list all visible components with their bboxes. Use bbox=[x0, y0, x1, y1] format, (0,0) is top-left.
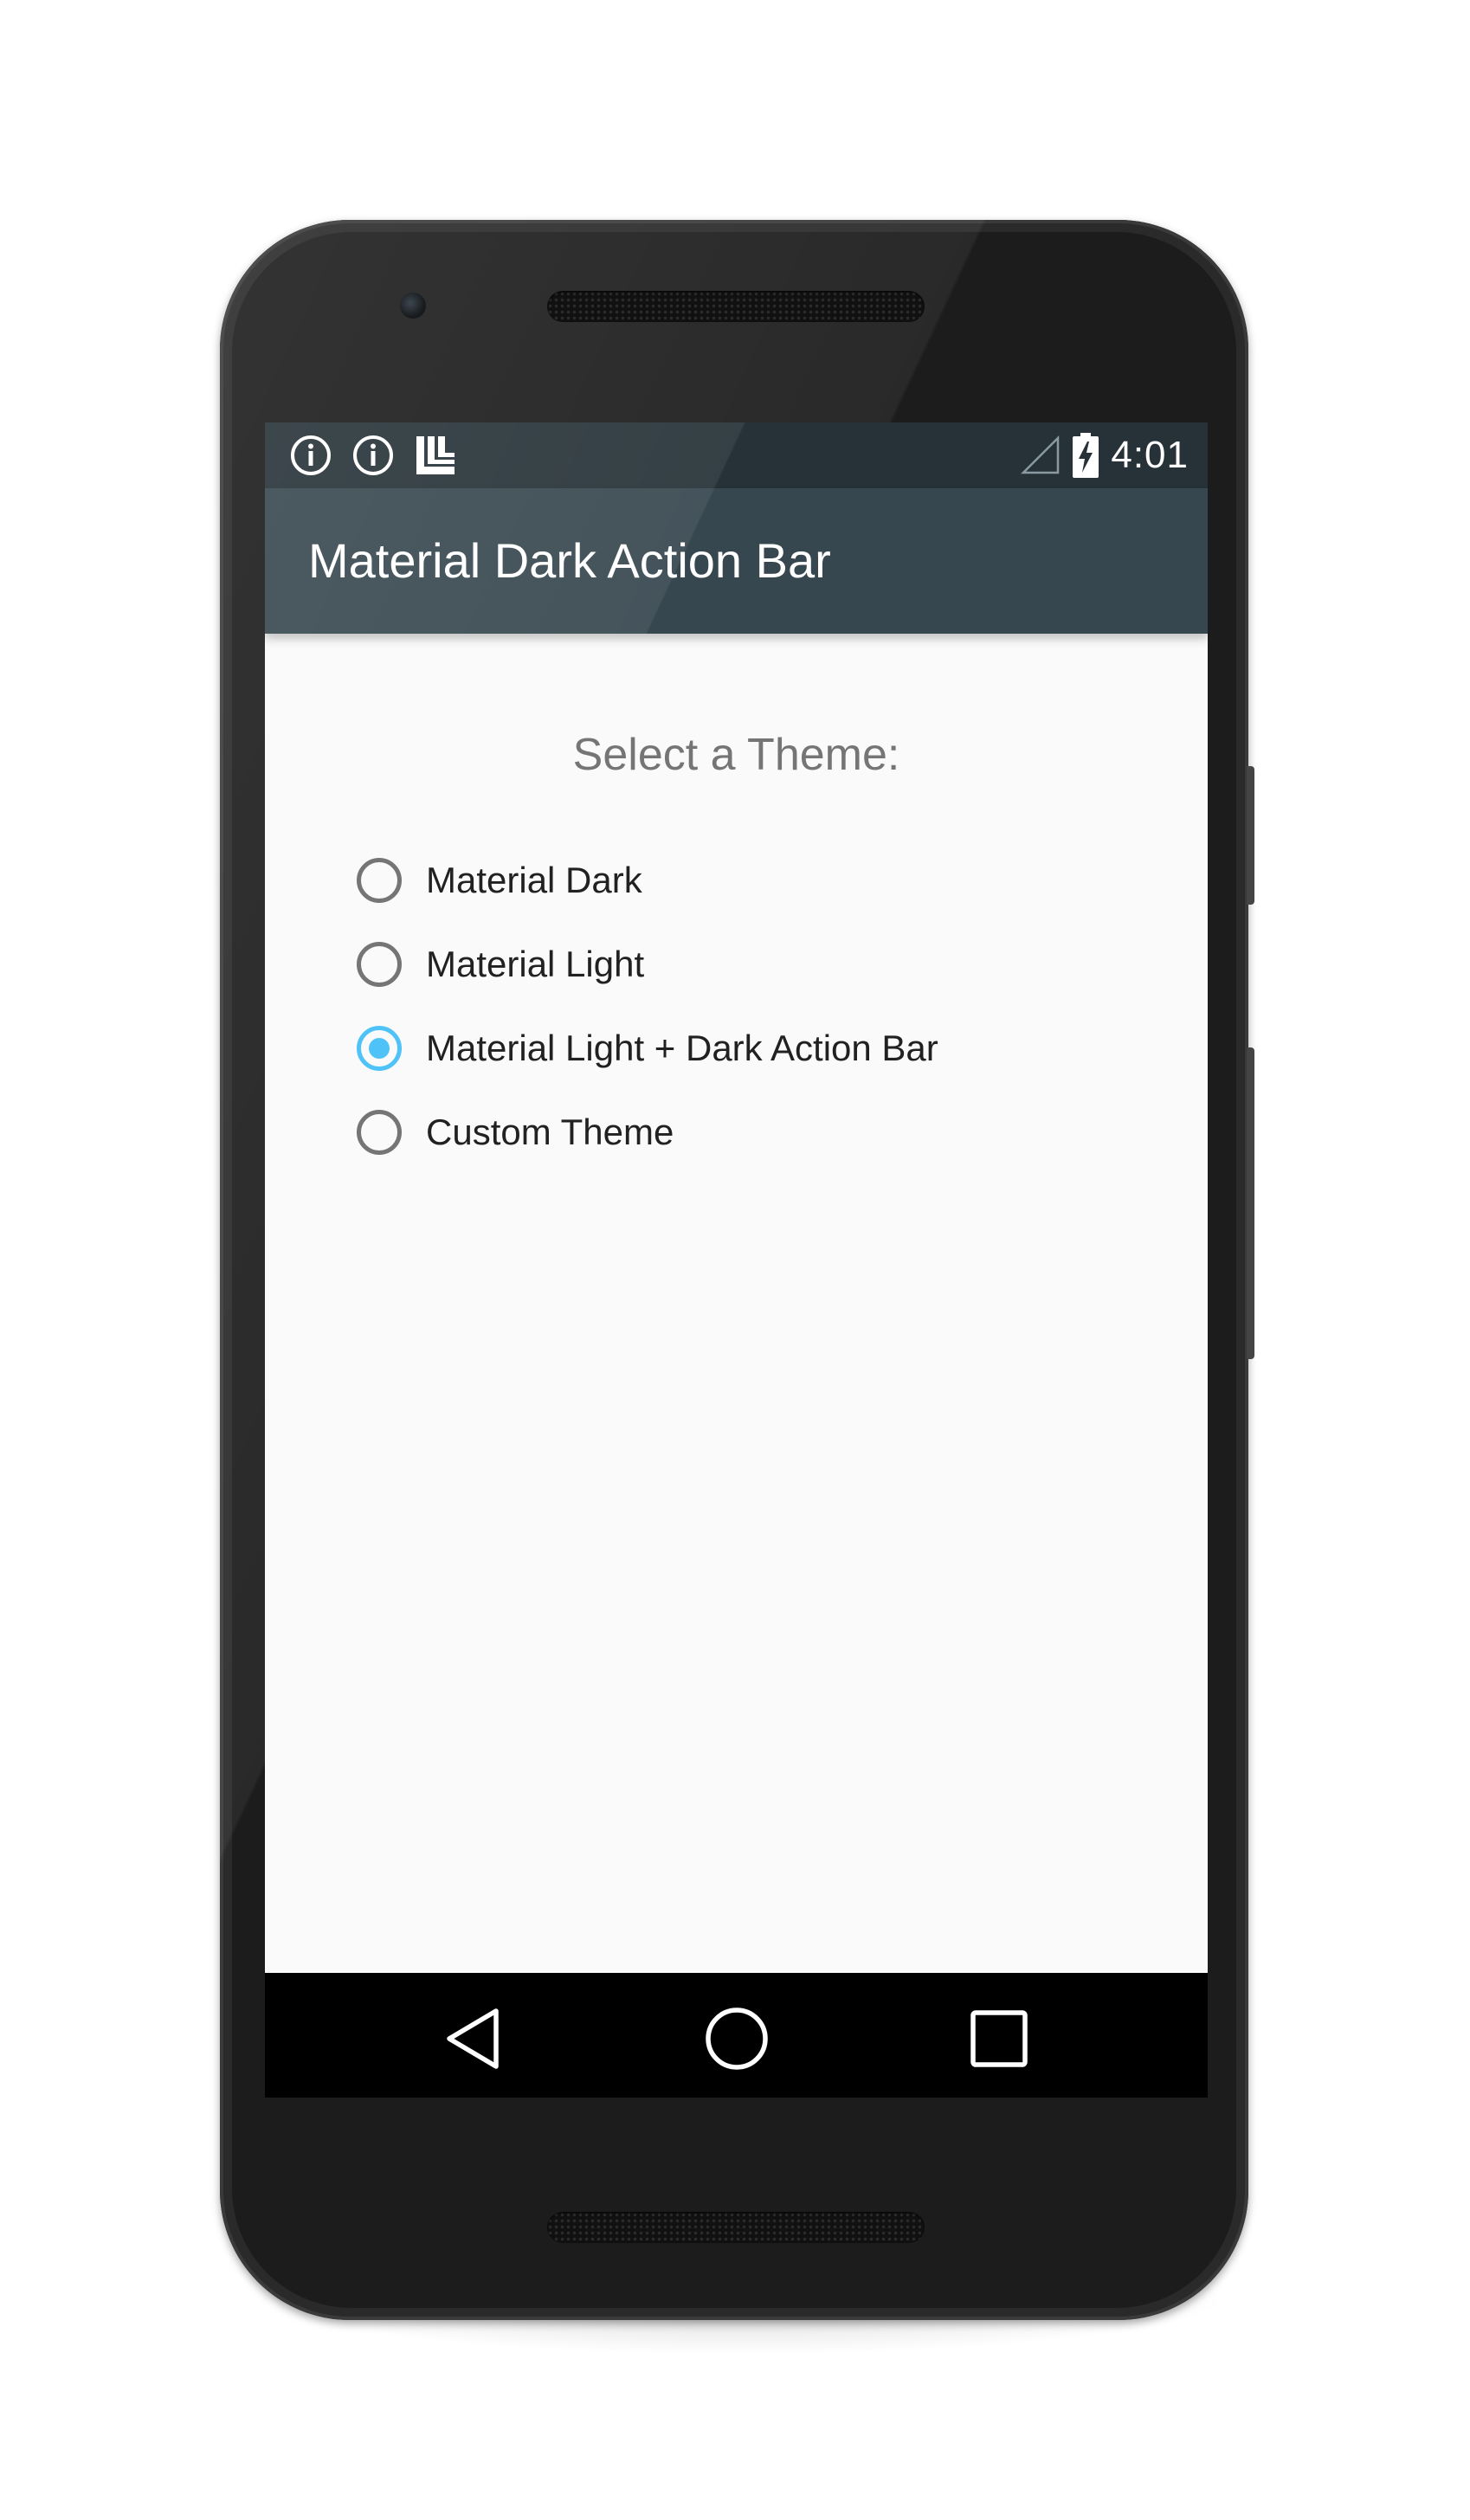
front-camera bbox=[400, 293, 426, 319]
device-screen: 4:01 Material Dark Action Bar Select a T… bbox=[265, 422, 1208, 2098]
radio-label: Material Dark bbox=[426, 859, 642, 900]
signal-icon bbox=[1021, 435, 1060, 474]
action-bar-title: Material Dark Action Bar bbox=[308, 533, 831, 588]
radio-button-unchecked[interactable] bbox=[357, 857, 402, 903]
launcher-icon bbox=[416, 436, 455, 474]
action-bar: Material Dark Action Bar bbox=[265, 488, 1208, 634]
home-icon bbox=[706, 2008, 768, 2070]
home-button[interactable] bbox=[702, 2004, 771, 2073]
earpiece-speaker bbox=[547, 291, 925, 322]
bottom-speaker bbox=[547, 2212, 925, 2243]
select-theme-prompt: Select a Theme: bbox=[572, 730, 900, 780]
back-icon bbox=[447, 2008, 499, 2069]
recents-button[interactable] bbox=[964, 2004, 1034, 2073]
info-icon bbox=[353, 435, 393, 475]
theme-radio-group: Material Dark Material Light Material Li… bbox=[357, 838, 1136, 1174]
back-button[interactable] bbox=[438, 2004, 507, 2073]
radio-button-checked[interactable] bbox=[357, 1025, 402, 1071]
notification-icons bbox=[289, 435, 457, 476]
status-bar: 4:01 bbox=[265, 422, 1208, 488]
system-status: 4:01 bbox=[1021, 431, 1189, 480]
radio-material-dark[interactable]: Material Dark bbox=[357, 838, 1136, 922]
volume-button bbox=[1247, 1047, 1254, 1359]
radio-custom-theme[interactable]: Custom Theme bbox=[357, 1090, 1136, 1174]
radio-button-unchecked[interactable] bbox=[357, 941, 402, 987]
radio-material-light[interactable]: Material Light bbox=[357, 922, 1136, 1006]
radio-label: Custom Theme bbox=[426, 1111, 674, 1152]
recents-icon bbox=[970, 2010, 1028, 2067]
status-clock: 4:01 bbox=[1111, 434, 1189, 476]
radio-label: Material Light + Dark Action Bar bbox=[426, 1027, 938, 1068]
radio-material-light-dark-action-bar[interactable]: Material Light + Dark Action Bar bbox=[357, 1006, 1136, 1090]
navigation-bar bbox=[265, 1973, 1208, 2098]
radio-button-unchecked[interactable] bbox=[357, 1109, 402, 1155]
info-icon bbox=[291, 435, 331, 475]
battery-charging-icon bbox=[1073, 433, 1099, 478]
radio-label: Material Light bbox=[426, 943, 645, 984]
theme-selector: Select a Theme: Material Dark Material L… bbox=[265, 634, 1208, 1889]
power-button bbox=[1247, 766, 1254, 905]
